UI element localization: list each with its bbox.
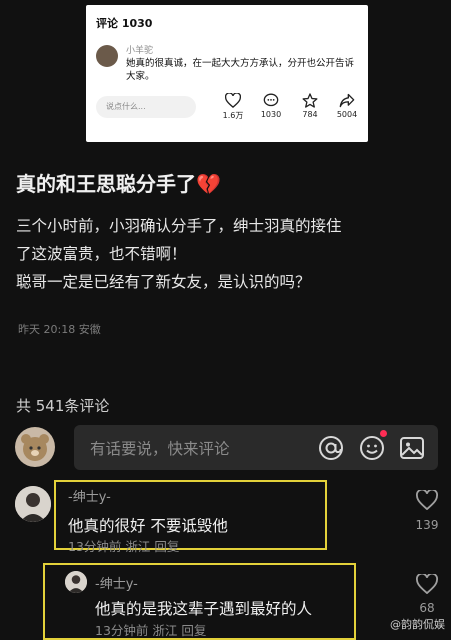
image-icon[interactable]	[399, 435, 425, 461]
card-share-button[interactable]: 5004	[327, 93, 367, 119]
bear-avatar-icon	[21, 434, 49, 461]
like-button[interactable]: 139	[410, 488, 444, 532]
comment-text: 他真的很好 不要诋毁他	[68, 517, 228, 535]
highlighted-comment: -绅士y- 他真的很好 不要诋毁他 13分钟前 浙江 回复	[54, 480, 327, 554]
card-star-count: 784	[302, 110, 318, 119]
embedded-comment-card: 评论 1030 小羊驼 她真的很真诚，在一起大大方方承认，分开也公开告诉大家。 …	[86, 5, 368, 142]
card-share-count: 5004	[336, 110, 358, 119]
comment-icon	[263, 93, 279, 107]
person-avatar-icon	[15, 486, 51, 522]
comments-count: 共 541条评论	[16, 397, 110, 415]
card-username[interactable]: 小羊驼	[126, 43, 153, 56]
card-star-button[interactable]: 784	[290, 93, 330, 119]
card-like-button[interactable]: 1.6万	[213, 93, 253, 121]
card-comment-text: 她真的很真诚，在一起大大方方承认，分开也公开告诉大家。	[126, 58, 355, 82]
comment-meta[interactable]: 13分钟前 浙江 回复	[68, 536, 179, 555]
avatar[interactable]	[65, 571, 87, 593]
person-avatar-icon	[65, 571, 87, 593]
heart-icon	[416, 488, 438, 511]
share-icon	[339, 93, 355, 108]
emoji-icon[interactable]	[359, 435, 385, 461]
post-title-text: 真的和王思聪分手了	[16, 172, 196, 196]
card-comment-button[interactable]: 1030	[251, 93, 291, 119]
post-title: 真的和王思聪分手了💔	[16, 168, 221, 197]
avatar[interactable]	[96, 45, 118, 67]
like-count: 68	[419, 601, 435, 615]
avatar[interactable]	[15, 427, 55, 467]
broken-heart-icon: 💔	[196, 172, 221, 196]
at-icon[interactable]	[318, 435, 344, 461]
card-comment-title: 评论 1030	[96, 17, 153, 30]
comment-meta[interactable]: 13分钟前 浙江 回复	[95, 620, 206, 639]
card-comment-input[interactable]: 说点什么...	[96, 96, 196, 118]
post-body-line: 聪哥一定是已经有了新女友，是认识的吗？	[16, 273, 311, 291]
card-comment-count: 1030	[260, 110, 282, 119]
post-body-line: 了这波富贵，也不错啊！	[16, 245, 187, 263]
notification-dot	[380, 430, 387, 437]
watermark: @韵韵侃娱	[390, 618, 445, 631]
post-meta: 昨天 20:18 安徽	[18, 323, 101, 336]
comment-author[interactable]: -绅士y-	[68, 486, 111, 505]
post-body: 三个小时前，小羽确认分手了，绅士羽真的接住 了这波富贵，也不错啊！ 聪哥一定是已…	[16, 212, 436, 296]
heart-icon	[416, 572, 438, 595]
heart-icon	[225, 93, 241, 108]
comment-input-placeholder: 有话要说，快来评论	[90, 440, 230, 458]
like-button[interactable]: 68	[410, 572, 444, 615]
comment-author[interactable]: -绅士y-	[95, 573, 138, 592]
highlighted-comment: -绅士y- 他真的是我这辈子遇到最好的人 13分钟前 浙江 回复	[43, 563, 356, 640]
star-icon	[302, 93, 318, 108]
like-count: 139	[415, 518, 439, 532]
comment-text: 他真的是我这辈子遇到最好的人	[95, 600, 313, 618]
avatar[interactable]	[15, 486, 51, 522]
comment-input[interactable]: 有话要说，快来评论	[74, 425, 438, 470]
post-body-line: 三个小时前，小羽确认分手了，绅士羽真的接住	[16, 217, 342, 235]
card-like-count: 1.6万	[222, 111, 244, 120]
